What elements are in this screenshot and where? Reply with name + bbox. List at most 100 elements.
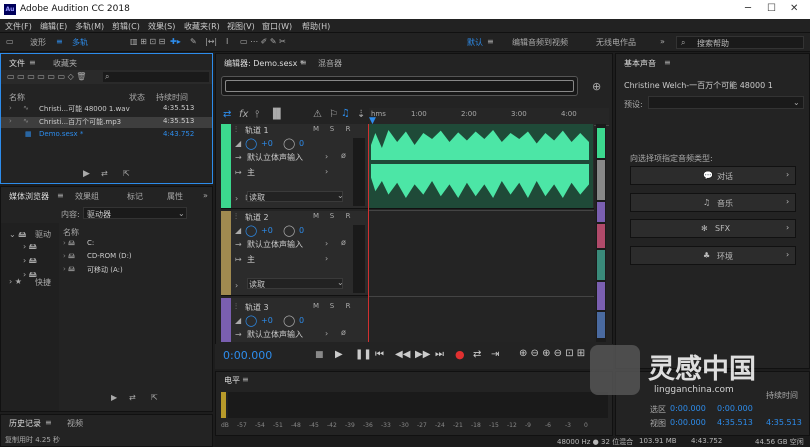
spectral-tool-icons[interactable]: ▭ ⋯ ✐ ✎ ✂ — [240, 37, 286, 46]
file-row[interactable]: ▦ Demo.sesx * 4:43.752 — [1, 130, 212, 141]
column-duration[interactable]: 持续时间 — [156, 92, 188, 103]
preset-select[interactable]: ⌄ — [648, 96, 804, 109]
mute-button[interactable]: M — [309, 212, 323, 222]
loop-icon[interactable]: ⇄ — [129, 393, 136, 402]
solo-button[interactable]: S — [325, 212, 339, 222]
workspace-edit-video[interactable]: 编辑音频到视频 — [512, 37, 568, 48]
history-menu-icon[interactable]: ≡ — [45, 418, 52, 427]
overview-bar[interactable] — [221, 76, 578, 96]
phase-icon[interactable]: ø — [341, 328, 346, 337]
time-selection-tool-icon[interactable]: I — [226, 37, 228, 46]
rewind-icon[interactable]: ◀◀ — [395, 349, 410, 360]
mute-button[interactable]: M — [309, 125, 323, 135]
sends-icon[interactable]: ⫯ — [255, 109, 259, 120]
level-menu-icon[interactable]: ≡ — [242, 375, 249, 384]
output-select[interactable]: 主 — [247, 254, 255, 265]
track-name[interactable]: 轨道 1 — [245, 125, 269, 136]
type-ambience-button[interactable]: ♣ 环境 › — [630, 246, 796, 265]
view-duration[interactable]: 4:35.513 — [766, 418, 802, 427]
tab-mixer[interactable]: 混音器 — [318, 58, 342, 69]
volume-knob-icon[interactable]: ◯ — [245, 314, 257, 327]
list-item[interactable]: › 🖴 可移动 (A:) — [63, 265, 203, 276]
timeline-area[interactable] — [368, 124, 594, 342]
loop-icon[interactable]: ⇄ — [101, 169, 108, 178]
input-select[interactable]: 默认立体声输入 — [247, 329, 303, 340]
audio-clip[interactable] — [369, 124, 593, 208]
record-button[interactable]: R — [341, 212, 355, 222]
track-volume[interactable]: +0 — [261, 139, 273, 148]
files-menu-icon[interactable]: ≡ — [29, 58, 36, 67]
tab-editor[interactable]: 编辑器: Demo.sesx * — [224, 58, 304, 69]
expand-icon[interactable]: › — [235, 194, 238, 203]
tab-properties[interactable]: 属性 — [167, 191, 183, 202]
sync-icon[interactable]: ⇄ — [223, 109, 231, 120]
vertical-scrollbar[interactable] — [596, 124, 606, 342]
forward-icon[interactable]: ▶▶ — [415, 349, 430, 360]
column-name[interactable]: 名称 — [9, 92, 25, 103]
waveform-button[interactable]: 波形 — [30, 37, 46, 48]
track-1-lane[interactable] — [368, 124, 594, 209]
pan-knob-icon[interactable]: ◯ — [283, 224, 295, 237]
essential-menu-icon[interactable]: ≡ — [664, 58, 671, 67]
solo-button[interactable]: S — [325, 302, 339, 312]
volume-knob-icon[interactable]: ◯ — [245, 137, 257, 150]
automation-mode[interactable]: 读取 — [247, 278, 343, 289]
automation-mode[interactable]: 读取 — [247, 191, 343, 202]
play-icon[interactable]: ▶ — [111, 393, 117, 402]
column-name[interactable]: 名称 — [63, 227, 79, 238]
slip-tool-icon[interactable]: |↔| — [205, 37, 217, 46]
tab-video[interactable]: 视频 — [67, 418, 83, 429]
phase-icon[interactable]: ø — [341, 238, 346, 247]
tree-shortcuts[interactable]: 快捷 — [35, 277, 51, 288]
pan-knob-icon[interactable]: ◯ — [283, 314, 295, 327]
editor-menu-icon[interactable]: ≡ — [300, 58, 307, 67]
input-select[interactable]: 默认立体声输入 — [247, 152, 303, 163]
menu-file[interactable]: 文件(F) — [5, 21, 32, 32]
shortcut-icon[interactable]: › ★ — [9, 277, 22, 286]
eq-icon[interactable]: ▐▌ — [269, 109, 284, 120]
input-select[interactable]: 默认立体声输入 — [247, 239, 303, 250]
playhead-line[interactable] — [368, 124, 369, 342]
overflow-icon[interactable]: » — [203, 191, 208, 200]
track-name[interactable]: 轨道 2 — [245, 212, 269, 223]
tool-icons[interactable]: ▥ ⊞ ⊡ ⊟ — [130, 37, 165, 46]
tab-effects-rack[interactable]: 效果组 — [75, 191, 99, 202]
waveform-icon[interactable]: ▭ — [6, 37, 14, 46]
mute-button[interactable]: M — [309, 302, 323, 312]
type-dialogue-button[interactable]: 💬 对话 › — [630, 166, 796, 185]
pan-knob-icon[interactable]: ◯ — [283, 137, 295, 150]
menu-multitrack[interactable]: 多轨(M) — [75, 21, 104, 32]
skip-selection-icon[interactable]: ⇥ — [491, 349, 499, 360]
zoom-target-icon[interactable]: ⊕ — [592, 80, 601, 93]
tab-files[interactable]: 文件 — [9, 58, 25, 69]
workspace-radio[interactable]: 无线电作品 — [596, 37, 636, 48]
solo-button[interactable]: S — [325, 125, 339, 135]
column-status[interactable]: 状态 — [129, 92, 145, 103]
multitrack-button[interactable]: 多轨 — [72, 37, 88, 48]
media-menu-icon[interactable]: ≡ — [57, 191, 64, 200]
tab-media-browser[interactable]: 媒体浏览器 — [9, 191, 49, 202]
tab-essential-sound[interactable]: 基本声音 — [624, 58, 656, 69]
file-row[interactable]: › ∿ Christi...可能 48000 1.wav 4:35.513 — [1, 104, 212, 115]
pan-value[interactable]: 0 — [299, 139, 304, 148]
menu-help[interactable]: 帮助(H) — [302, 21, 330, 32]
overview-range[interactable] — [225, 80, 574, 92]
menu-effects[interactable]: 效果(S) — [148, 21, 175, 32]
play-icon[interactable]: ▶ — [335, 349, 343, 360]
record-button[interactable]: R — [341, 302, 355, 312]
file-row[interactable]: › ∿ Christi...百万个可能.mp3 4:35.513 — [1, 117, 212, 128]
output-select[interactable]: 主 — [247, 167, 255, 178]
maximize-icon[interactable]: ☐ — [767, 3, 776, 14]
tab-level[interactable]: 电平 — [224, 375, 240, 386]
stop-icon[interactable]: ■ — [315, 350, 324, 360]
skip-end-icon[interactable]: ⏭ — [435, 349, 444, 360]
pause-icon[interactable]: ❚❚ — [355, 349, 372, 360]
fx-icon[interactable]: fx — [239, 109, 248, 120]
pan-value[interactable]: 0 — [299, 316, 304, 325]
workspace-menu-icon[interactable]: ≡ — [487, 37, 494, 46]
selection-start[interactable]: 0:00.000 — [670, 404, 706, 413]
menu-edit[interactable]: 编辑(E) — [40, 21, 67, 32]
close-icon[interactable]: ✕ — [790, 3, 798, 14]
record-icon[interactable]: ● — [455, 348, 465, 361]
files-search-input[interactable]: ⌕ — [103, 72, 209, 82]
